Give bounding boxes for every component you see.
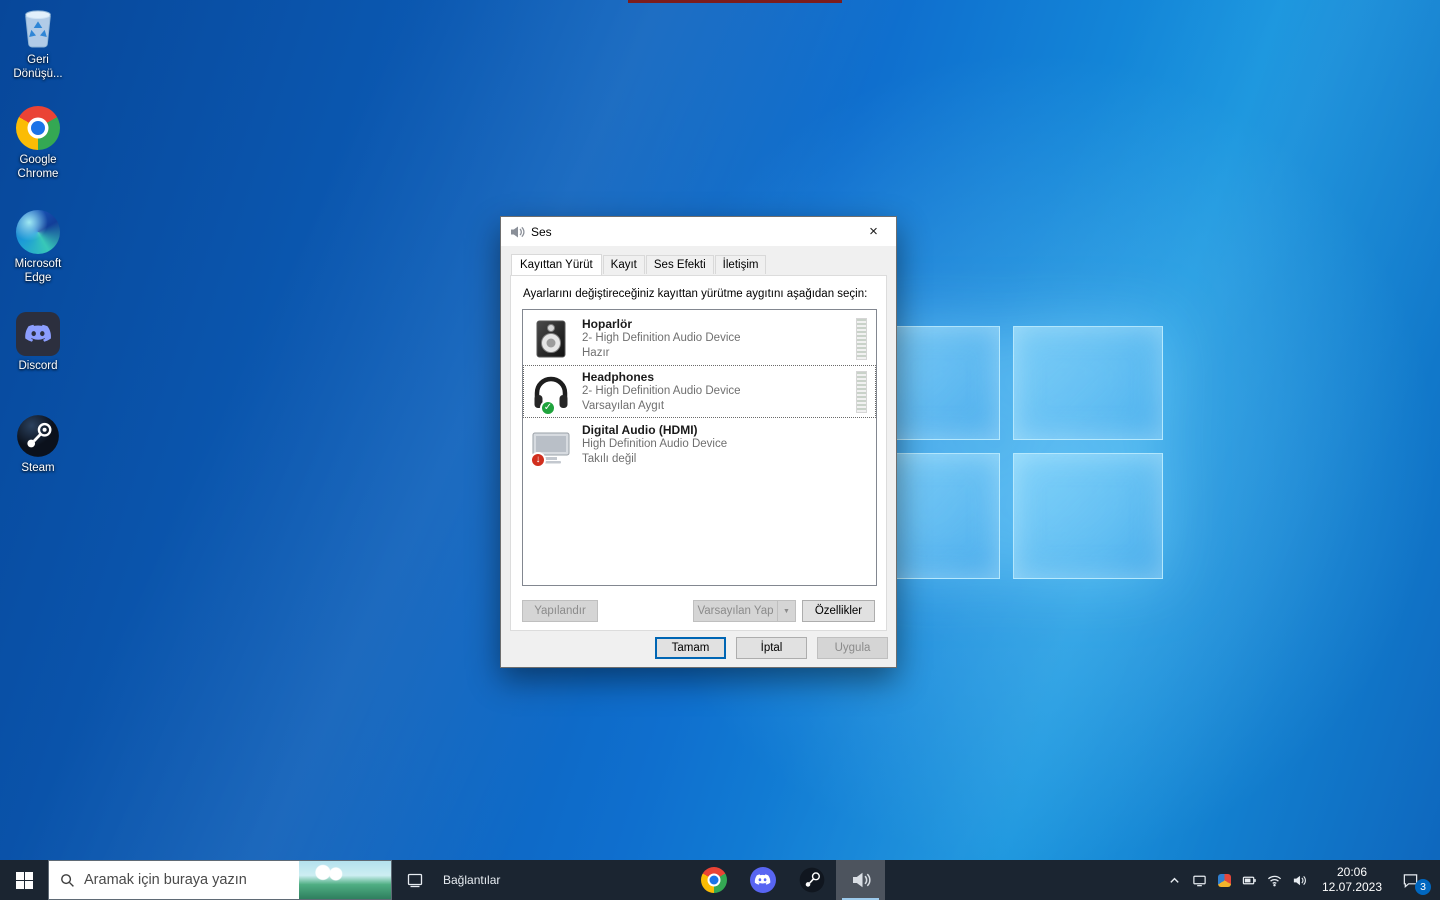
edge-icon	[16, 210, 60, 254]
hdmi-device-icon: ↓	[530, 424, 572, 468]
volume-level-meter	[856, 370, 867, 413]
hidden-icons-chevron-icon[interactable]	[1162, 860, 1187, 900]
volume-icon[interactable]	[1287, 860, 1312, 900]
device-description: 2- High Definition Audio Device	[582, 384, 741, 397]
tab-communications[interactable]: İletişim	[714, 255, 767, 274]
taskbar-discord-button[interactable]	[738, 860, 787, 900]
action-center-button[interactable]: 3	[1392, 860, 1436, 900]
instruction-text: Ayarlarını değiştireceğiniz kayıttan yür…	[523, 288, 868, 300]
playback-tab-panel: Ayarlarını değiştireceğiniz kayıttan yür…	[510, 275, 887, 631]
desktop-icon-label: Microsoft Edge	[14, 258, 62, 285]
clock-time: 20:06	[1336, 865, 1368, 879]
desktop-icon-steam[interactable]: Steam	[2, 414, 74, 475]
dialog-titlebar: Ses ×	[501, 217, 896, 246]
taskbar: Bağlantılar	[0, 860, 1440, 900]
set-default-split-button: Varsayılan Yap ▼	[693, 600, 796, 622]
taskbar-chrome-button[interactable]	[689, 860, 738, 900]
properties-button[interactable]: Özellikler	[802, 600, 875, 622]
chrome-icon	[16, 106, 60, 150]
taskbar-toolbar: Bağlantılar	[406, 860, 500, 900]
discord-icon	[16, 312, 60, 356]
desktop-icon-label: Steam	[21, 462, 55, 474]
hero-pane	[1013, 453, 1163, 579]
system-tray: 20:06 12.07.2023 3	[1162, 860, 1440, 900]
search-icon	[60, 873, 75, 888]
device-name: Headphones	[582, 369, 655, 384]
taskbar-steam-button[interactable]	[787, 860, 836, 900]
speaker-icon	[850, 869, 872, 891]
top-edge-strip	[628, 0, 842, 3]
links-toolbar-label[interactable]: Bağlantılar	[443, 873, 500, 887]
taskbar-search[interactable]	[48, 860, 392, 900]
wifi-icon[interactable]	[1262, 860, 1287, 900]
set-default-button: Varsayılan Yap	[693, 600, 777, 622]
set-default-dropdown-icon: ▼	[777, 600, 796, 622]
tab-playback[interactable]: Kayıttan Yürüt	[511, 254, 602, 275]
desktop-icon-chrome[interactable]: Google Chrome	[2, 106, 74, 182]
configure-button: Yapılandır	[522, 600, 598, 622]
taskbar-app-icons	[689, 860, 885, 900]
desktop-icon-label: Discord	[18, 360, 58, 372]
device-description: 2- High Definition Audio Device	[582, 331, 741, 344]
device-row-hdmi[interactable]: ↓ Digital Audio (HDMI) High Definition A…	[523, 418, 876, 471]
apply-button: Uygula	[817, 637, 888, 659]
start-button[interactable]	[0, 860, 48, 900]
volume-level-meter	[856, 317, 867, 360]
dialog-tabs: Kayıttan Yürüt Kayıt Ses Efekti İletişim	[511, 254, 767, 275]
clock-date: 12.07.2023	[1321, 880, 1383, 894]
close-icon[interactable]: ×	[851, 217, 896, 245]
recycle-bin-icon	[16, 6, 60, 50]
chrome-icon	[700, 867, 727, 893]
discord-icon	[749, 867, 776, 893]
windows-hero-logo	[878, 326, 1168, 582]
device-description: High Definition Audio Device	[582, 437, 728, 450]
desktop-icon-label: Google Chrome	[17, 154, 59, 181]
desktop-icon-recycle-bin[interactable]: Geri Dönüşü...	[2, 6, 74, 82]
dialog-title: Ses	[531, 224, 552, 239]
speakers-device-icon	[530, 318, 572, 360]
device-name: Hoparlör	[582, 316, 633, 331]
steam-icon	[16, 414, 60, 458]
desktop-wallpaper: Geri Dönüşü... Google Chrome Microsoft E…	[0, 0, 1440, 900]
default-device-check-badge: ✓	[540, 399, 556, 416]
device-status: Varsayılan Aygıt	[582, 399, 665, 412]
device-status: Takılı değil	[582, 452, 637, 465]
steam-icon	[799, 867, 825, 893]
sound-dialog: Ses × Kayıttan Yürüt Kayıt Ses Efekti İl…	[500, 216, 897, 668]
tab-sound-effects[interactable]: Ses Efekti	[645, 255, 714, 274]
search-input[interactable]	[84, 872, 299, 888]
device-name: Digital Audio (HDMI)	[582, 422, 698, 437]
display-tray-icon[interactable]	[1187, 860, 1212, 900]
tab-recording[interactable]: Kayıt	[602, 255, 645, 274]
desktop-icon-label: Geri Dönüşü...	[13, 54, 63, 81]
unplugged-badge: ↓	[530, 451, 546, 468]
colored-app-tray-icon[interactable]	[1212, 860, 1237, 900]
cancel-button[interactable]: İptal	[736, 637, 807, 659]
desktop-icon-edge[interactable]: Microsoft Edge	[2, 210, 74, 286]
battery-icon[interactable]	[1237, 860, 1262, 900]
device-row-speakers[interactable]: Hoparlör 2- High Definition Audio Device…	[523, 312, 876, 365]
headphones-device-icon: ✓	[530, 371, 572, 416]
windows-logo-icon	[15, 871, 33, 889]
notification-count-badge: 3	[1415, 879, 1431, 895]
device-row-headphones[interactable]: ✓ Headphones 2- High Definition Audio De…	[523, 365, 876, 418]
ok-button[interactable]: Tamam	[655, 637, 726, 659]
taskbar-clock[interactable]: 20:06 12.07.2023	[1312, 865, 1392, 895]
task-view-icon[interactable]	[406, 871, 424, 889]
device-status: Hazır	[582, 346, 610, 359]
taskbar-sound-dialog-button[interactable]	[836, 860, 885, 900]
search-news-weather-image[interactable]	[299, 861, 391, 899]
hero-pane	[1013, 326, 1163, 440]
desktop-icon-discord[interactable]: Discord	[2, 312, 74, 373]
speaker-dialog-icon	[509, 224, 525, 240]
device-listbox: Hoparlör 2- High Definition Audio Device…	[522, 309, 877, 586]
